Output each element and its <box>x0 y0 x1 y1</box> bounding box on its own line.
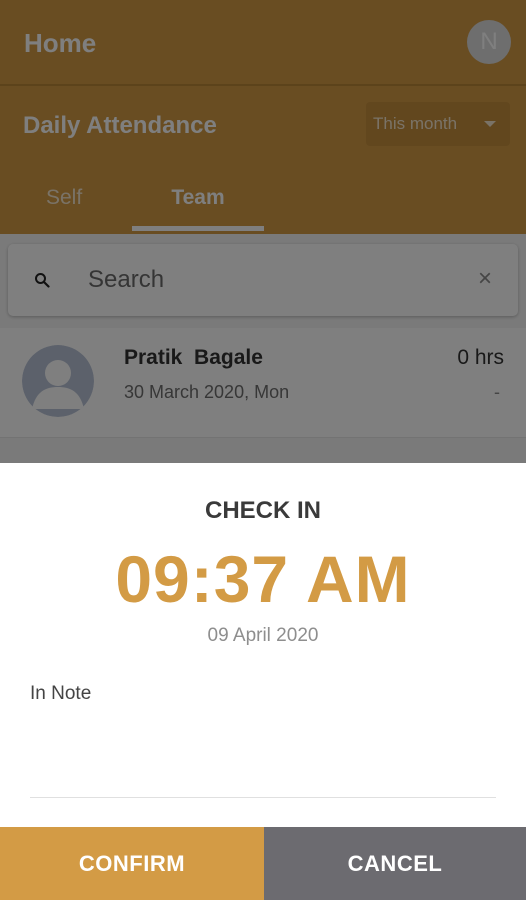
sheet-heading: CHECK IN <box>204 497 321 524</box>
note-field[interactable] <box>30 713 496 797</box>
check-in-sheet: CHECK IN 09:37 AM 09 April 2020 In Note … <box>0 463 526 900</box>
confirm-button[interactable]: CONFIRM <box>0 827 264 900</box>
check-in-time: 09:37 AM <box>115 542 411 616</box>
check-in-date: 09 April 2020 <box>207 625 319 646</box>
note-underline <box>30 797 496 798</box>
note-label: In Note <box>30 683 92 704</box>
cancel-button[interactable]: CANCEL <box>264 827 526 900</box>
